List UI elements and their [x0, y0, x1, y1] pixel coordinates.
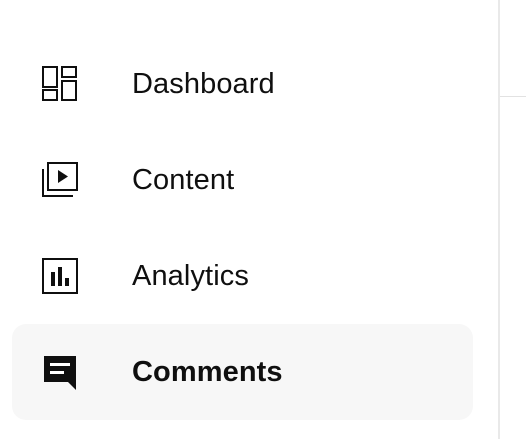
comments-icon: [41, 353, 79, 391]
sidebar-navigation: Dashboard Content Analytics Comments: [0, 0, 498, 439]
sidebar-item-label: Content: [132, 164, 235, 196]
sidebar-item-label: Comments: [132, 356, 283, 388]
header-divider: [500, 96, 526, 97]
main-content-edge: [500, 0, 526, 439]
sidebar-item-analytics[interactable]: Analytics: [12, 228, 473, 324]
content-icon: [41, 161, 79, 199]
analytics-icon: [41, 257, 79, 295]
sidebar-item-label: Analytics: [132, 260, 249, 292]
sidebar-item-dashboard[interactable]: Dashboard: [12, 36, 473, 132]
sidebar-item-label: Dashboard: [132, 68, 275, 100]
sidebar-item-comments[interactable]: Comments: [12, 324, 473, 420]
studio-app: Dashboard Content Analytics Comments: [0, 0, 526, 439]
dashboard-icon: [41, 65, 79, 103]
sidebar-item-content[interactable]: Content: [12, 132, 473, 228]
